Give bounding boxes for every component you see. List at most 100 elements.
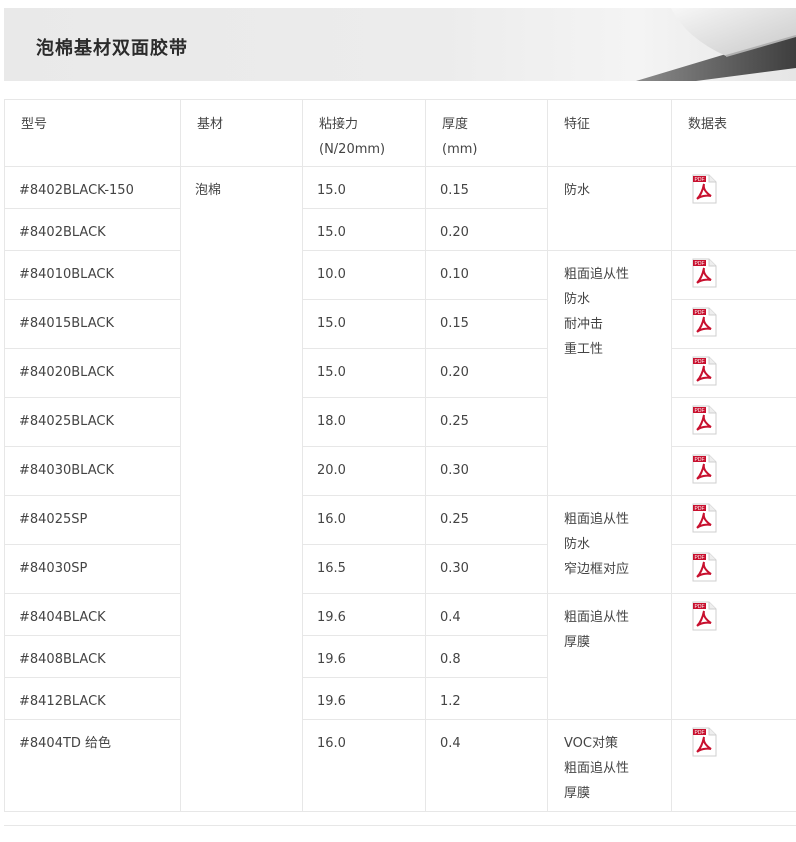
substrate-cell: 泡棉 xyxy=(180,166,303,812)
table-row: #84015BLACK 15.0 0.15 PDF xyxy=(4,299,796,349)
table-row: #84020BLACK 15.0 0.20 PDF xyxy=(4,348,796,398)
thickness-cell: 0.10 xyxy=(425,250,548,300)
pdf-download-icon[interactable]: PDF xyxy=(689,258,719,288)
adhesion-cell: 16.0 xyxy=(302,719,426,812)
datasheet-cell: PDF xyxy=(671,544,796,594)
thickness-cell: 0.15 xyxy=(425,299,548,349)
adhesion-cell: 18.0 xyxy=(302,397,426,447)
model-cell: #8402BLACK xyxy=(4,208,181,251)
datasheet-cell: PDF xyxy=(671,348,796,398)
svg-text:PDF: PDF xyxy=(695,359,705,365)
feature-item: 防水 xyxy=(564,537,591,552)
adhesion-cell: 19.6 xyxy=(302,677,426,720)
header-model: 型号 xyxy=(4,99,181,167)
header-thickness: 厚度 (mm) xyxy=(425,99,548,167)
datasheet-cell: PDF xyxy=(671,446,796,496)
table-row: #84010BLACK 10.0 0.10 粗面追从性 防水 耐冲击 重工性 PDF xyxy=(4,250,796,496)
thickness-cell: 0.4 xyxy=(425,593,548,636)
feature-item: 厚膜 xyxy=(564,786,591,801)
header-features: 特征 xyxy=(547,99,672,167)
datasheet-cell: PDF xyxy=(671,250,796,300)
table-header-row: 型号 基材 粘接力 (N/20mm) 厚度 (mm) 特征 数据表 xyxy=(4,99,796,167)
feature-item: 防水 xyxy=(564,292,591,307)
pdf-download-icon[interactable]: PDF xyxy=(689,601,719,631)
feature-item: VOC对策 xyxy=(564,736,618,751)
model-cell: #84030SP xyxy=(4,544,181,594)
model-cell: #84030BLACK xyxy=(4,446,181,496)
datasheet-cell: PDF xyxy=(671,299,796,349)
feature-item: 粗面追从性 xyxy=(564,610,630,625)
model-cell: #8402BLACK-150 xyxy=(4,166,181,209)
datasheet-cell: PDF xyxy=(671,495,796,545)
thickness-cell: 0.15 xyxy=(425,166,548,209)
header-features-label: 特征 xyxy=(564,117,591,132)
adhesion-cell: 15.0 xyxy=(302,166,426,209)
table-row: #8404TD 给色 16.0 0.4 VOC对策 粗面追从性 厚膜 PDF xyxy=(4,719,796,812)
thickness-cell: 0.25 xyxy=(425,495,548,545)
svg-text:PDF: PDF xyxy=(695,730,705,736)
table-row: #8404BLACK 19.6 0.4 粗面追从性 厚膜 PDF xyxy=(4,593,796,720)
datasheet-cell: PDF xyxy=(671,719,796,812)
svg-text:PDF: PDF xyxy=(695,604,705,610)
model-cell: #8404BLACK xyxy=(4,593,181,636)
model-cell: #84015BLACK xyxy=(4,299,181,349)
bottom-divider xyxy=(4,825,796,826)
features-cell: 防水 xyxy=(547,166,672,251)
header-datasheet: 数据表 xyxy=(671,99,796,167)
adhesion-cell: 10.0 xyxy=(302,250,426,300)
adhesion-cell: 20.0 xyxy=(302,446,426,496)
pdf-download-icon[interactable]: PDF xyxy=(689,405,719,435)
adhesion-cell: 15.0 xyxy=(302,208,426,251)
header-substrate: 基材 xyxy=(180,99,303,167)
header-datasheet-label: 数据表 xyxy=(688,117,728,132)
svg-text:PDF: PDF xyxy=(695,261,705,267)
thickness-cell: 0.25 xyxy=(425,397,548,447)
datasheet-cell: PDF xyxy=(671,593,796,720)
svg-text:PDF: PDF xyxy=(695,555,705,561)
model-cell: #8404TD 给色 xyxy=(4,719,181,812)
model-cell: #84020BLACK xyxy=(4,348,181,398)
feature-item: 粗面追从性 xyxy=(564,761,630,776)
feature-item: 粗面追从性 xyxy=(564,512,630,527)
svg-text:PDF: PDF xyxy=(695,457,705,463)
model-cell: #84025SP xyxy=(4,495,181,545)
adhesion-cell: 19.6 xyxy=(302,635,426,678)
table-row: #84025SP 16.0 0.25 粗面追从性 防水 窄边框对应 PDF xyxy=(4,495,796,594)
adhesion-cell: 15.0 xyxy=(302,299,426,349)
header-thickness-unit: (mm) xyxy=(442,142,478,157)
pdf-download-icon[interactable]: PDF xyxy=(689,727,719,757)
header-substrate-label: 基材 xyxy=(197,117,224,132)
model-cell: #8408BLACK xyxy=(4,635,181,678)
header-thickness-label: 厚度 xyxy=(442,117,469,132)
table-row: #84030SP 16.5 0.30 PDF xyxy=(4,544,796,594)
pdf-download-icon[interactable]: PDF xyxy=(689,552,719,582)
thickness-cell: 0.20 xyxy=(425,208,548,251)
thickness-cell: 0.30 xyxy=(425,544,548,594)
pdf-download-icon[interactable]: PDF xyxy=(689,454,719,484)
tape-roll-image xyxy=(636,8,796,81)
svg-text:PDF: PDF xyxy=(695,506,705,512)
adhesion-cell: 16.5 xyxy=(302,544,426,594)
features-cell: 粗面追从性 厚膜 xyxy=(547,593,672,720)
table-row: #8402BLACK-150 泡棉 15.0 0.15 防水 PDF xyxy=(4,166,796,812)
table-row: #84025BLACK 18.0 0.25 PDF xyxy=(4,397,796,447)
spec-table: 型号 基材 粘接力 (N/20mm) 厚度 (mm) 特征 数据表 #8402B… xyxy=(4,99,796,812)
pdf-download-icon[interactable]: PDF xyxy=(689,174,719,204)
features-cell: VOC对策粗面追从性厚膜 xyxy=(547,719,672,812)
feature-item: 防水 xyxy=(564,183,591,198)
adhesion-cell: 19.6 xyxy=(302,593,426,636)
pdf-download-icon[interactable]: PDF xyxy=(689,356,719,386)
thickness-cell: 0.20 xyxy=(425,348,548,398)
thickness-cell: 0.8 xyxy=(425,635,548,678)
svg-text:PDF: PDF xyxy=(695,408,705,414)
svg-text:PDF: PDF xyxy=(695,177,705,183)
feature-item: 耐冲击 xyxy=(564,317,604,332)
feature-item: 厚膜 xyxy=(564,635,591,650)
header-model-label: 型号 xyxy=(21,117,48,132)
pdf-download-icon[interactable]: PDF xyxy=(689,503,719,533)
datasheet-cell: PDF xyxy=(671,166,796,251)
pdf-download-icon[interactable]: PDF xyxy=(689,307,719,337)
feature-item: 粗面追从性 xyxy=(564,267,630,282)
adhesion-cell: 15.0 xyxy=(302,348,426,398)
page-title: 泡棉基材双面胶带 xyxy=(36,38,188,59)
